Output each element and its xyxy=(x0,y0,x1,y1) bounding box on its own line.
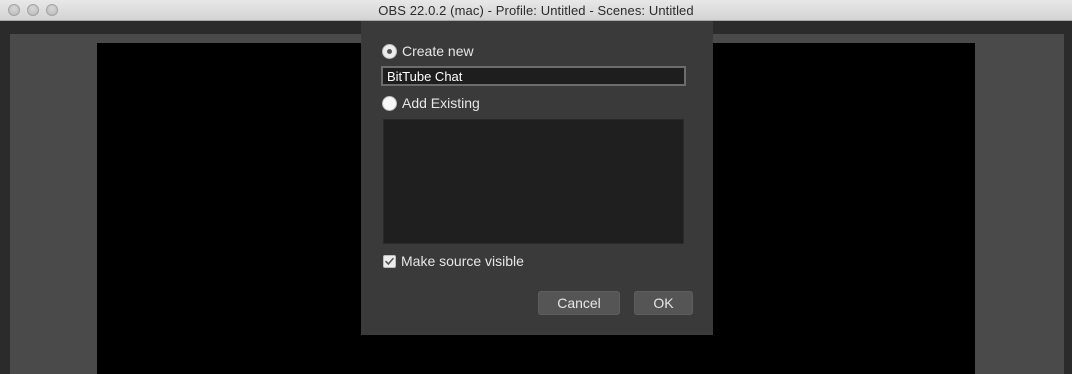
make-visible-label: Make source visible xyxy=(401,253,524,269)
add-existing-label: Add Existing xyxy=(402,95,480,111)
source-name-input[interactable] xyxy=(381,66,686,86)
create-new-option[interactable]: Create new xyxy=(382,42,474,60)
checkmark-icon xyxy=(385,257,394,265)
make-visible-option[interactable]: Make source visible xyxy=(383,252,524,270)
cancel-button[interactable]: Cancel xyxy=(538,291,620,315)
make-visible-checkbox[interactable] xyxy=(383,254,396,268)
add-source-dialog: Create new Add Existing Make source visi… xyxy=(361,21,713,335)
window-titlebar: OBS 22.0.2 (mac) - Profile: Untitled - S… xyxy=(0,0,1072,21)
create-new-label: Create new xyxy=(402,43,474,59)
ok-button[interactable]: OK xyxy=(634,291,693,315)
add-existing-option[interactable]: Add Existing xyxy=(382,94,480,112)
window-title: OBS 22.0.2 (mac) - Profile: Untitled - S… xyxy=(378,3,694,18)
add-existing-radio[interactable] xyxy=(382,95,397,111)
create-new-radio[interactable] xyxy=(382,43,397,59)
existing-sources-list[interactable] xyxy=(383,119,684,244)
